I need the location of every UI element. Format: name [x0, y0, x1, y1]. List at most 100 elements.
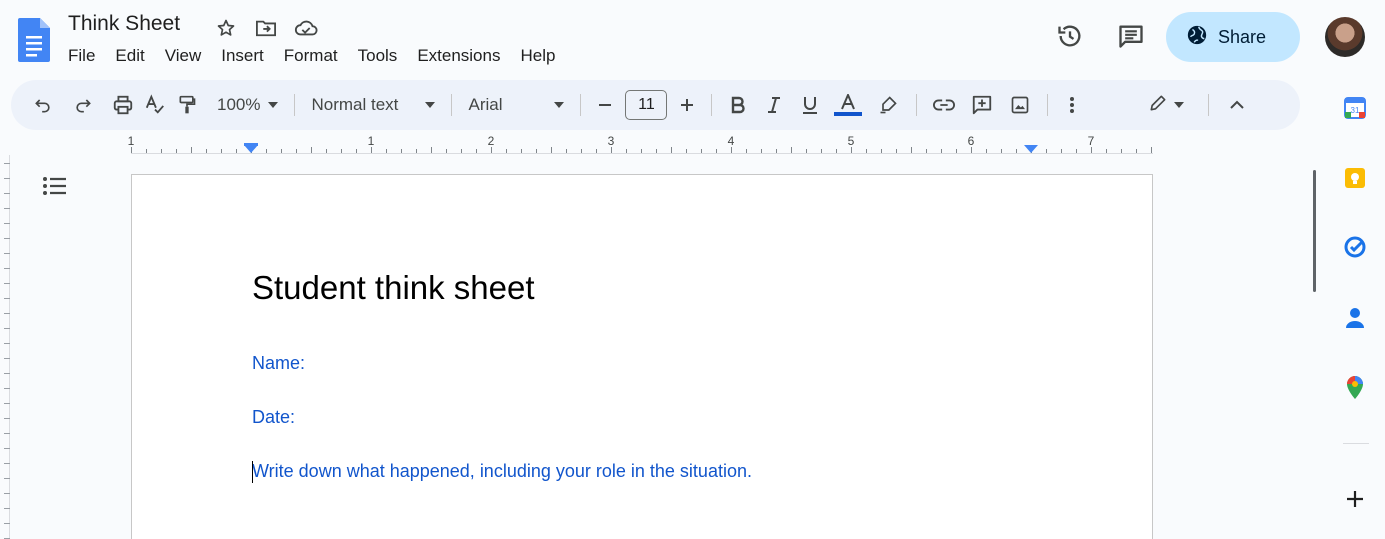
cloud-saved-icon[interactable]	[292, 14, 320, 42]
ruler-tick	[4, 268, 10, 269]
menu-tools[interactable]: Tools	[348, 44, 408, 68]
tasks-icon[interactable]	[1340, 232, 1370, 262]
highlight-color-icon[interactable]	[868, 87, 908, 123]
toolbar-divider	[1208, 94, 1210, 116]
docs-logo-icon[interactable]	[18, 18, 50, 62]
ruler-tick	[4, 388, 10, 389]
editing-mode-button[interactable]	[1140, 87, 1192, 123]
ruler-tick	[146, 149, 147, 153]
ruler-tick	[911, 147, 912, 153]
ruler-tick	[1151, 147, 1152, 153]
avatar[interactable]	[1325, 17, 1365, 57]
document-heading[interactable]: Student think sheet	[252, 269, 535, 307]
keep-icon[interactable]	[1340, 163, 1370, 193]
menu-help[interactable]: Help	[510, 44, 565, 68]
ruler-tick	[986, 149, 987, 153]
decrease-font-size-icon[interactable]	[589, 87, 621, 123]
ruler-tick	[656, 149, 657, 153]
ruler-tick	[1061, 149, 1062, 153]
increase-font-size-icon[interactable]	[671, 87, 703, 123]
contacts-icon[interactable]	[1340, 303, 1370, 333]
share-label: Share	[1218, 26, 1267, 47]
ruler-tick	[566, 149, 567, 153]
toolbar-divider	[294, 94, 296, 116]
star-icon[interactable]	[212, 14, 240, 42]
ruler-tick	[416, 149, 417, 153]
menu-extensions[interactable]: Extensions	[407, 44, 510, 68]
italic-icon[interactable]	[756, 87, 792, 123]
zoom-select[interactable]: 100%	[209, 95, 286, 115]
ruler-tick	[536, 149, 537, 153]
style-select[interactable]: Normal text	[303, 95, 443, 115]
version-history-icon[interactable]	[1052, 18, 1088, 54]
ruler-tick	[791, 147, 792, 153]
add-comment-icon[interactable]	[963, 87, 1001, 123]
more-options-icon[interactable]	[1056, 87, 1088, 123]
side-panel-divider	[1343, 443, 1369, 444]
ruler-tick	[506, 149, 507, 153]
paint-format-icon[interactable]	[171, 87, 203, 123]
ruler-tick	[176, 149, 177, 153]
menu-file[interactable]: File	[58, 44, 105, 68]
document-outline-icon[interactable]	[42, 175, 70, 199]
menu-view[interactable]: View	[155, 44, 212, 68]
ruler-tick	[581, 149, 582, 153]
move-folder-icon[interactable]	[252, 14, 280, 42]
menu-format[interactable]: Format	[274, 44, 348, 68]
vertical-ruler[interactable]	[0, 155, 10, 539]
ruler-tick	[356, 149, 357, 153]
text-color-icon[interactable]	[828, 87, 868, 123]
ruler-tick	[4, 253, 10, 254]
ruler-tick	[896, 149, 897, 153]
comments-icon[interactable]	[1113, 18, 1149, 54]
insert-image-icon[interactable]	[1001, 87, 1039, 123]
menu-edit[interactable]: Edit	[105, 44, 154, 68]
date-line[interactable]: Date:	[252, 407, 295, 428]
spellcheck-icon[interactable]	[139, 87, 171, 123]
share-button[interactable]: Share	[1166, 12, 1300, 62]
ruler-tick	[326, 149, 327, 153]
ruler-number: 3	[607, 134, 615, 148]
right-indent-marker[interactable]	[1024, 145, 1038, 153]
horizontal-ruler[interactable]: 1 1 2 3 4 5 6 7	[11, 133, 1300, 155]
font-select[interactable]: Arial	[460, 95, 572, 115]
bold-icon[interactable]	[720, 87, 756, 123]
ruler-tick	[4, 193, 10, 194]
font-size-input[interactable]: 11	[625, 90, 668, 120]
underline-icon[interactable]	[792, 87, 828, 123]
ruler-tick	[866, 149, 867, 153]
ruler-tick	[671, 147, 672, 153]
ruler-tick	[296, 149, 297, 153]
ruler-tick	[206, 149, 207, 153]
hide-menus-icon[interactable]	[1221, 87, 1253, 123]
first-line-indent-marker[interactable]	[244, 143, 258, 146]
insert-link-icon[interactable]	[925, 87, 963, 123]
pencil-icon	[1148, 93, 1168, 118]
document-title[interactable]: Think Sheet	[68, 12, 180, 36]
left-indent-marker[interactable]	[244, 145, 258, 153]
name-line[interactable]: Name:	[252, 353, 305, 374]
menu-insert[interactable]: Insert	[211, 44, 274, 68]
ruler-tick	[236, 149, 237, 153]
print-icon[interactable]	[107, 87, 139, 123]
add-addon-icon[interactable]	[1340, 484, 1370, 514]
globe-icon	[1186, 24, 1208, 51]
maps-icon[interactable]	[1340, 372, 1370, 402]
scrollbar[interactable]	[1313, 170, 1316, 292]
redo-icon[interactable]	[67, 87, 99, 123]
undo-icon[interactable]	[27, 87, 59, 123]
ruler-tick	[431, 147, 432, 153]
calendar-icon[interactable]: 31	[1340, 93, 1370, 123]
ruler-tick	[776, 149, 777, 153]
menu-bar: File Edit View Insert Format Tools Exten…	[58, 44, 565, 68]
toolbar-divider	[711, 94, 713, 116]
ruler-tick	[521, 149, 522, 153]
ruler-tick	[551, 147, 552, 153]
ruler-tick	[4, 313, 10, 314]
ruler-tick	[266, 149, 267, 153]
toolbar: 100% Normal text Arial 11	[11, 80, 1300, 130]
ruler-number: 1	[367, 134, 375, 148]
prompt-line[interactable]: Write down what happened, including your…	[252, 461, 752, 482]
chevron-down-icon	[425, 102, 436, 108]
document-page[interactable]: Student think sheet Name: Date: Write do…	[131, 174, 1153, 539]
